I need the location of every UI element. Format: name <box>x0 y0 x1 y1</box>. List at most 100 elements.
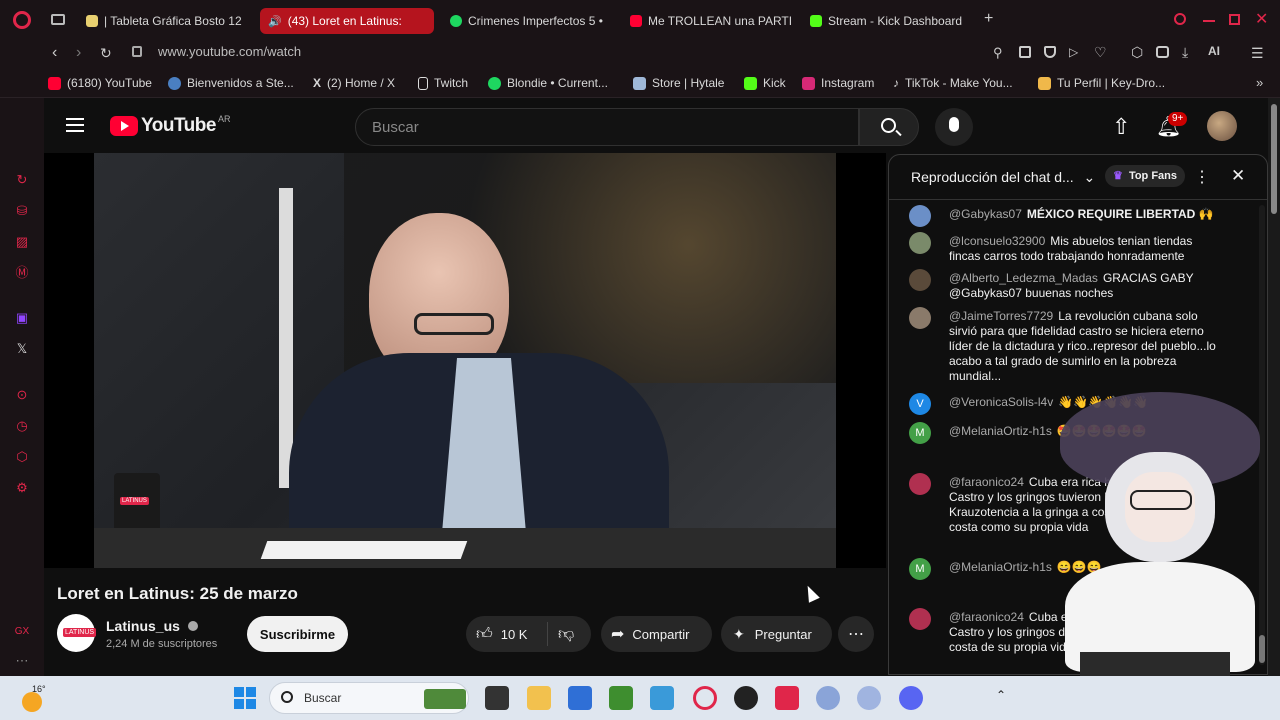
bookmark-twitch[interactable]: Twitch <box>418 76 468 90</box>
gaming-icon[interactable]: ▨ <box>14 234 30 250</box>
bookmark-x[interactable]: X (2) Home / X <box>313 76 395 90</box>
channel-avatar[interactable]: LATINUS <box>57 614 97 652</box>
ai-button[interactable]: AI <box>1208 44 1220 58</box>
tab-overview-icon[interactable] <box>51 14 65 25</box>
dislike-button[interactable]: 👎︎ <box>548 625 574 644</box>
chat-author[interactable]: @JaimeTorres7729 <box>949 309 1053 323</box>
task-view-icon[interactable] <box>485 686 509 710</box>
minimize-icon[interactable] <box>1203 20 1215 22</box>
user-avatar[interactable] <box>1207 111 1237 141</box>
bookmark-spotify[interactable]: Blondie • Current... <box>488 76 608 90</box>
extensions-icon[interactable]: ⬡ <box>1131 44 1143 61</box>
tray-chevron-icon[interactable]: ⌃ <box>996 688 1006 702</box>
player-icon[interactable]: ⊙ <box>14 387 30 403</box>
start-button[interactable] <box>234 687 256 709</box>
ask-button[interactable]: ✦ Preguntar <box>721 616 832 652</box>
share-button[interactable]: ➦ Compartir <box>601 616 712 652</box>
tab-label: Stream - Kick Dashboard <box>828 14 963 28</box>
chat-title[interactable]: Reproducción del chat d... ⌄ <box>911 169 1095 186</box>
file-explorer-icon[interactable] <box>527 686 551 710</box>
youtube-logo[interactable]: YouTube AR <box>110 114 231 137</box>
messenger-icon[interactable]: Ⓜ <box>14 265 30 281</box>
opera-gx-icon[interactable] <box>693 686 717 710</box>
new-tab-button[interactable]: + <box>984 11 998 27</box>
search-button[interactable] <box>859 108 919 146</box>
bag-icon[interactable]: ⛁ <box>14 203 30 219</box>
taskbar-search[interactable]: Buscar <box>269 682 469 714</box>
settings-icon[interactable]: ⚙ <box>14 480 30 496</box>
country-code: AR <box>217 114 231 124</box>
store-icon[interactable] <box>568 686 592 710</box>
like-button[interactable]: 👍︎ 10 K <box>466 622 548 646</box>
obs-icon[interactable] <box>734 686 758 710</box>
heart-icon[interactable]: ♡ <box>1094 44 1107 61</box>
vtuber-app-icon[interactable] <box>816 686 840 710</box>
subscribe-button[interactable]: Suscribirme <box>247 616 348 652</box>
download-icon[interactable]: ⤓ <box>1182 44 1188 61</box>
bookmark-steam[interactable]: Bienvenidos a Ste... <box>168 76 294 90</box>
back-icon[interactable]: ‹ <box>52 44 57 62</box>
more-actions-button[interactable]: ⋯ <box>838 616 874 652</box>
extensions-icon[interactable]: ⬡ <box>14 449 30 465</box>
wallet-icon[interactable] <box>1156 46 1169 58</box>
more-icon[interactable]: ⋯ <box>14 653 30 669</box>
photos-icon[interactable] <box>650 686 674 710</box>
vtuber-app-2-icon[interactable] <box>857 686 881 710</box>
play-icon[interactable]: ▷ <box>1069 45 1078 59</box>
maximize-icon[interactable] <box>1229 14 1240 25</box>
chat-author[interactable]: @faraonico24 <box>949 475 1024 489</box>
reload-icon[interactable]: ↻ <box>100 45 112 62</box>
bookmark-tiktok[interactable]: ♪ TikTok - Make You... <box>893 76 1013 90</box>
tab-4[interactable]: Me TROLLEAN una PARTI <box>622 8 792 34</box>
bookmark-instagram[interactable]: Instagram <box>802 76 874 90</box>
video-player[interactable]: LATINUS <box>44 153 886 568</box>
chat-author[interactable]: @faraonico24 <box>949 610 1024 624</box>
upload-icon[interactable]: ⇧ <box>1112 114 1130 140</box>
channel-name[interactable]: Latinus_us <box>106 618 198 634</box>
snapshot-icon[interactable] <box>1019 46 1031 58</box>
bookmark-keydrop[interactable]: Tu Perfil | Key-Dro... <box>1038 76 1165 90</box>
youtube-icon <box>630 15 642 27</box>
twitch-icon[interactable]: ▣ <box>14 310 30 326</box>
tiktok-live-icon[interactable] <box>775 686 799 710</box>
history-icon[interactable]: ↻ <box>14 172 30 188</box>
tab-1[interactable]: | Tableta Gráfica Bosto 12 <box>78 8 248 34</box>
address-bar[interactable]: www.youtube.com/watch <box>158 44 301 59</box>
forward-icon[interactable]: › <box>76 44 81 62</box>
top-fans-chip[interactable]: ♛ Top Fans <box>1105 165 1186 187</box>
notifications-button[interactable]: 🔔︎ 9+ <box>1156 112 1188 140</box>
menu-icon[interactable]: ☰ <box>1251 45 1264 62</box>
voice-search-button[interactable] <box>935 108 973 146</box>
close-chat-icon[interactable]: ✕ <box>1231 166 1245 186</box>
tab-2-active[interactable]: 🔊 (43) Loret en Latinus: <box>260 8 434 34</box>
minecraft-icon[interactable] <box>609 686 633 710</box>
chat-author[interactable]: @Gabykas07 <box>949 207 1022 221</box>
chat-menu-icon[interactable]: ⋮ <box>1194 167 1210 187</box>
search-tabs-icon[interactable] <box>1174 13 1186 25</box>
tab-3[interactable]: Crimenes Imperfectos 5 • <box>442 8 612 34</box>
page-scrollbar[interactable] <box>1268 98 1280 676</box>
more-bookmarks-icon[interactable]: » <box>1256 75 1263 90</box>
page-scroll-thumb[interactable] <box>1271 104 1277 214</box>
search-input[interactable]: Buscar <box>355 108 859 146</box>
tab-5[interactable]: Stream - Kick Dashboard <box>802 8 978 34</box>
chat-avatar <box>909 269 931 291</box>
chat-author[interactable]: @lconsuelo32900 <box>949 234 1045 248</box>
x-icon[interactable]: 𝕏 <box>14 341 30 357</box>
pin-icon[interactable]: ⚲ <box>993 45 1003 61</box>
channel-avatar-text: LATINUS <box>63 628 97 637</box>
opera-logo-icon[interactable] <box>13 11 31 29</box>
weather-widget[interactable]: 16° <box>20 682 60 714</box>
chat-author[interactable]: @Alberto_Ledezma_Madas <box>949 271 1098 285</box>
thumbs-up-icon: 👍︎ <box>476 625 493 643</box>
clock-icon[interactable]: ◷ <box>14 418 30 434</box>
hamburger-menu-icon[interactable] <box>66 118 84 132</box>
bookmark-youtube[interactable]: (6180) YouTube <box>48 76 152 90</box>
bookmark-kick[interactable]: Kick <box>744 76 786 90</box>
chat-divider <box>889 199 1267 200</box>
bookmark-hytale[interactable]: Store | Hytale <box>633 76 724 90</box>
close-window-icon[interactable]: ✕ <box>1255 9 1268 29</box>
discord-icon[interactable] <box>899 686 923 710</box>
gx-icon[interactable]: GX <box>14 624 30 640</box>
shield-icon[interactable] <box>1044 46 1056 58</box>
